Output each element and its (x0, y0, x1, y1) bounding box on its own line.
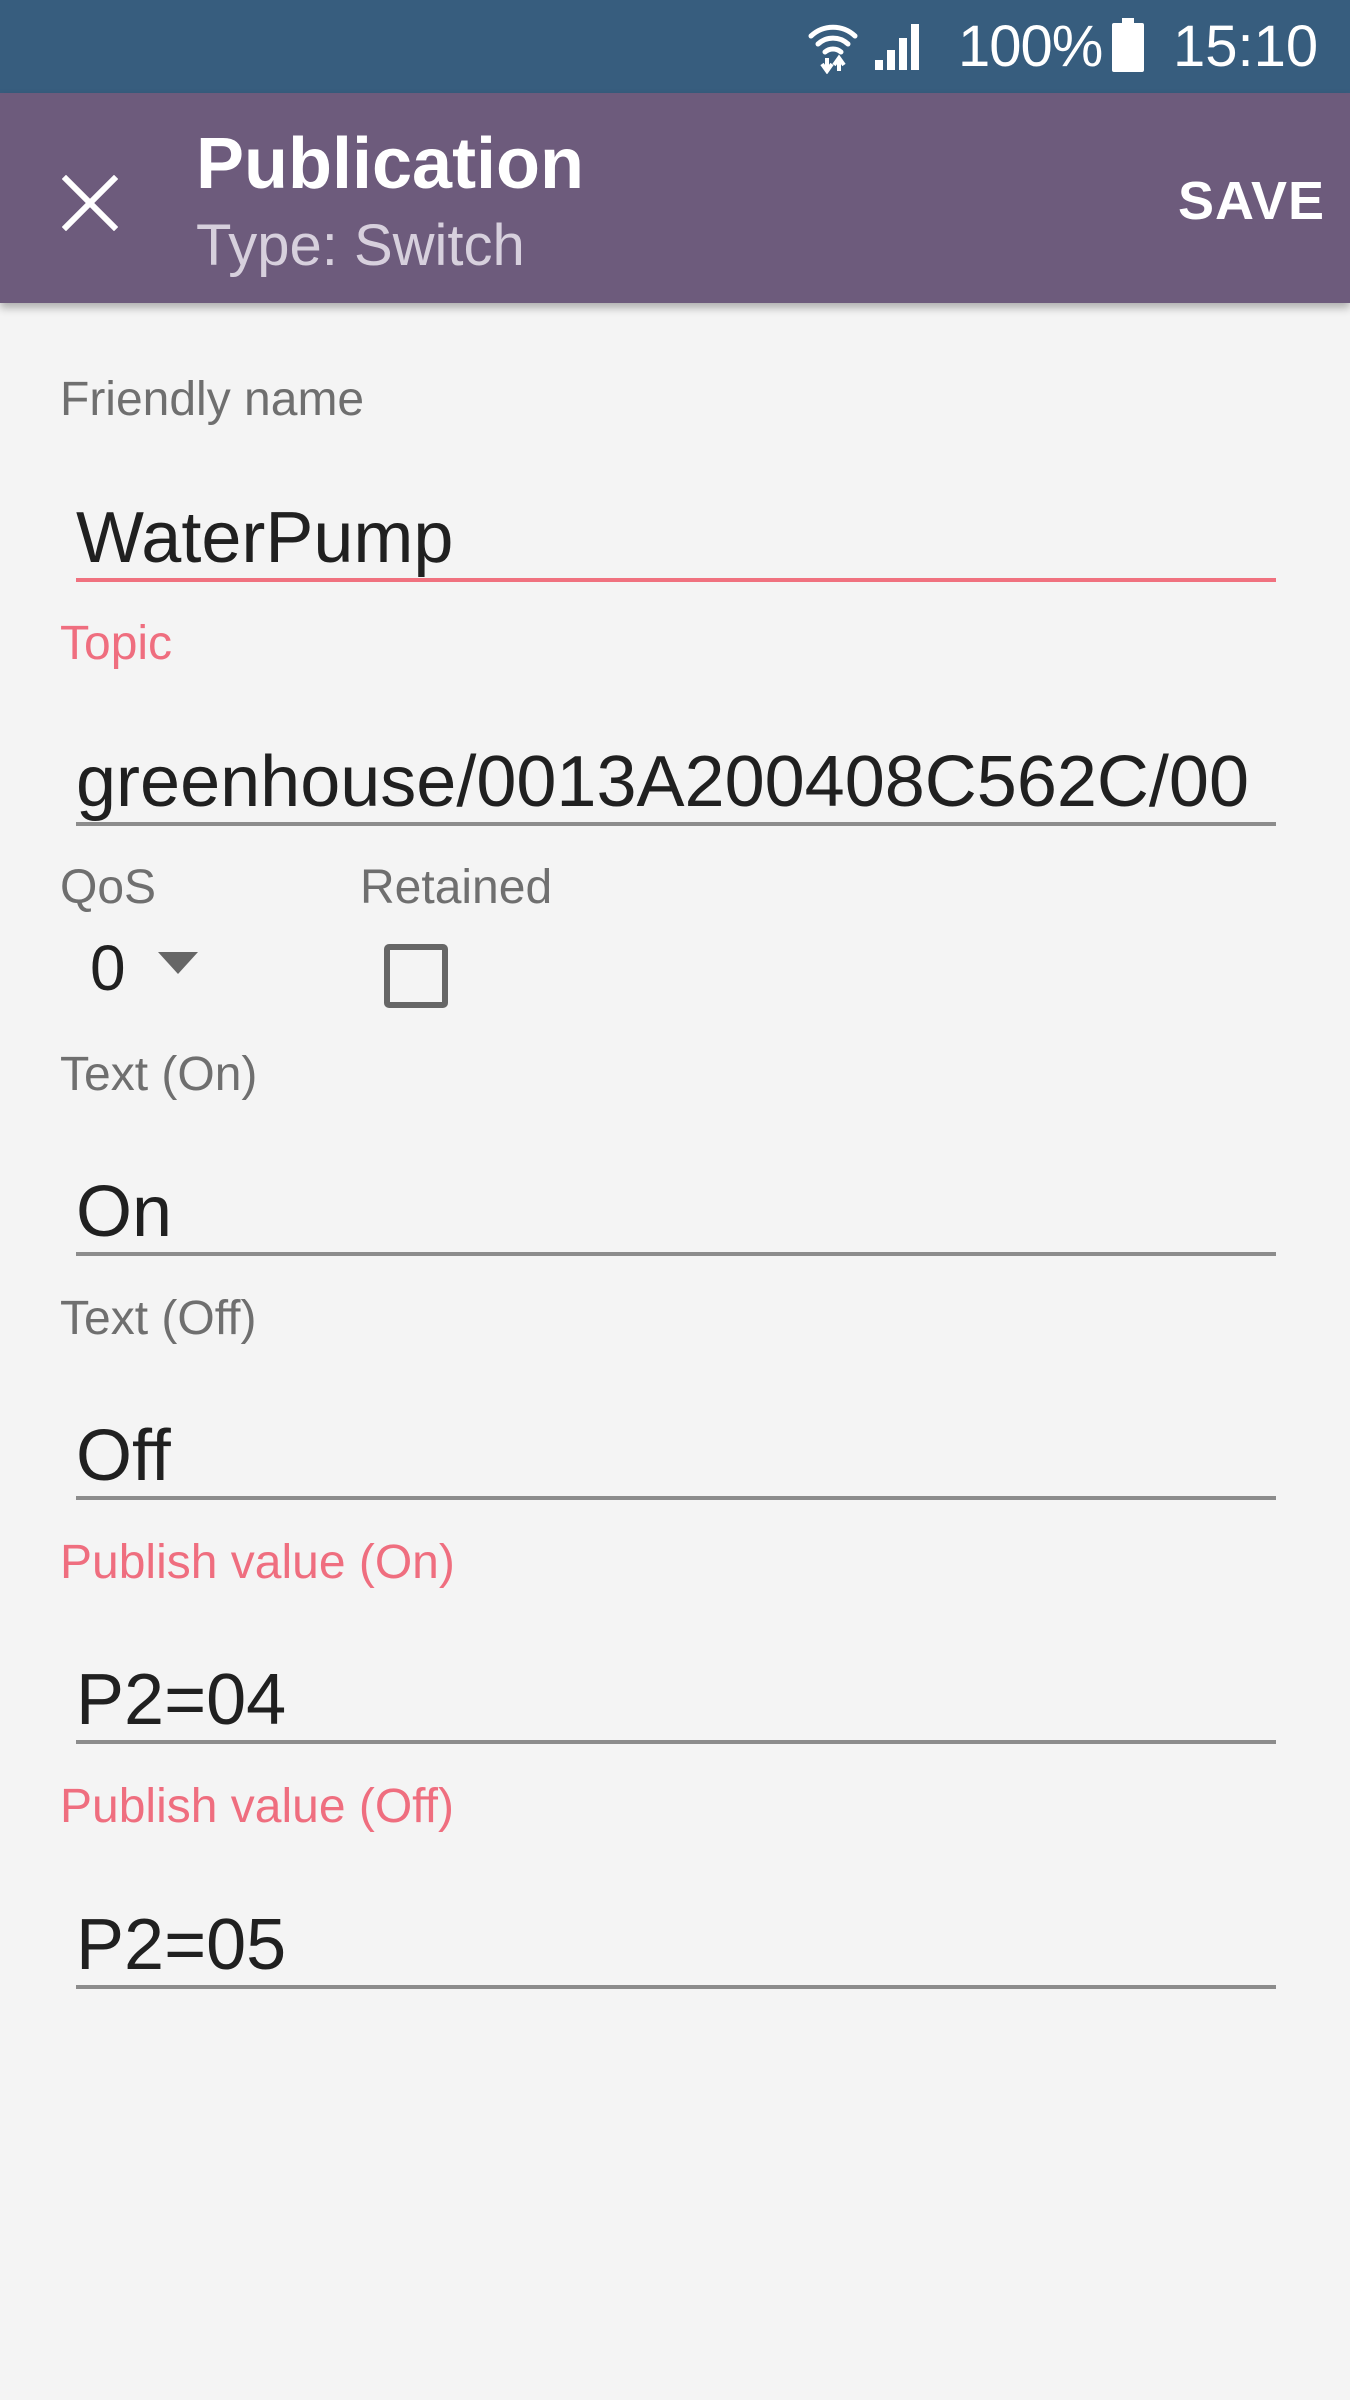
text-on-field[interactable]: On (76, 1152, 1276, 1256)
save-button[interactable]: SAVE (1150, 163, 1325, 239)
publish-off-value: P2=05 (76, 1905, 287, 1985)
qos-select[interactable]: 0 (88, 925, 238, 1011)
page-title: Publication (196, 124, 585, 204)
wifi-icon (808, 24, 858, 74)
app-bar: Publication Type: Switch SAVE (0, 93, 1350, 303)
status-bar: 100% 15:10 (0, 0, 1350, 93)
publish-off-label: Publish value (Off) (60, 1780, 454, 1833)
close-button[interactable] (40, 153, 140, 253)
battery-percentage: 100% (958, 14, 1103, 79)
qos-label: QoS (60, 861, 157, 914)
publish-on-field[interactable]: P2=04 (76, 1640, 1276, 1744)
dropdown-arrow-icon (158, 952, 198, 974)
friendly-name-value: WaterPump (76, 498, 454, 578)
topic-value: greenhouse/0013A200408C562C/00 (76, 742, 1249, 822)
qos-value: 0 (90, 932, 126, 1004)
close-icon (62, 175, 118, 231)
text-off-field[interactable]: Off (76, 1396, 1276, 1500)
battery-full-icon (1112, 18, 1144, 72)
text-on-label: Text (On) (60, 1048, 258, 1101)
topic-field[interactable]: greenhouse/0013A200408C562C/00 (76, 722, 1276, 826)
publish-on-label: Publish value (On) (60, 1536, 455, 1589)
topic-label: Topic (60, 617, 173, 670)
friendly-name-field[interactable]: WaterPump (76, 478, 1276, 582)
publish-on-value: P2=04 (76, 1660, 287, 1740)
text-off-value: Off (76, 1416, 171, 1496)
text-off-label: Text (Off) (60, 1292, 257, 1345)
cell-signal-icon (875, 24, 919, 70)
publish-off-field[interactable]: P2=05 (76, 1885, 1276, 1989)
retained-checkbox[interactable] (384, 944, 448, 1008)
friendly-name-label: Friendly name (60, 373, 365, 426)
retained-label: Retained (360, 861, 553, 914)
status-time: 15:10 (1173, 14, 1319, 79)
text-on-value: On (76, 1172, 173, 1252)
page-subtitle: Type: Switch (196, 213, 525, 278)
